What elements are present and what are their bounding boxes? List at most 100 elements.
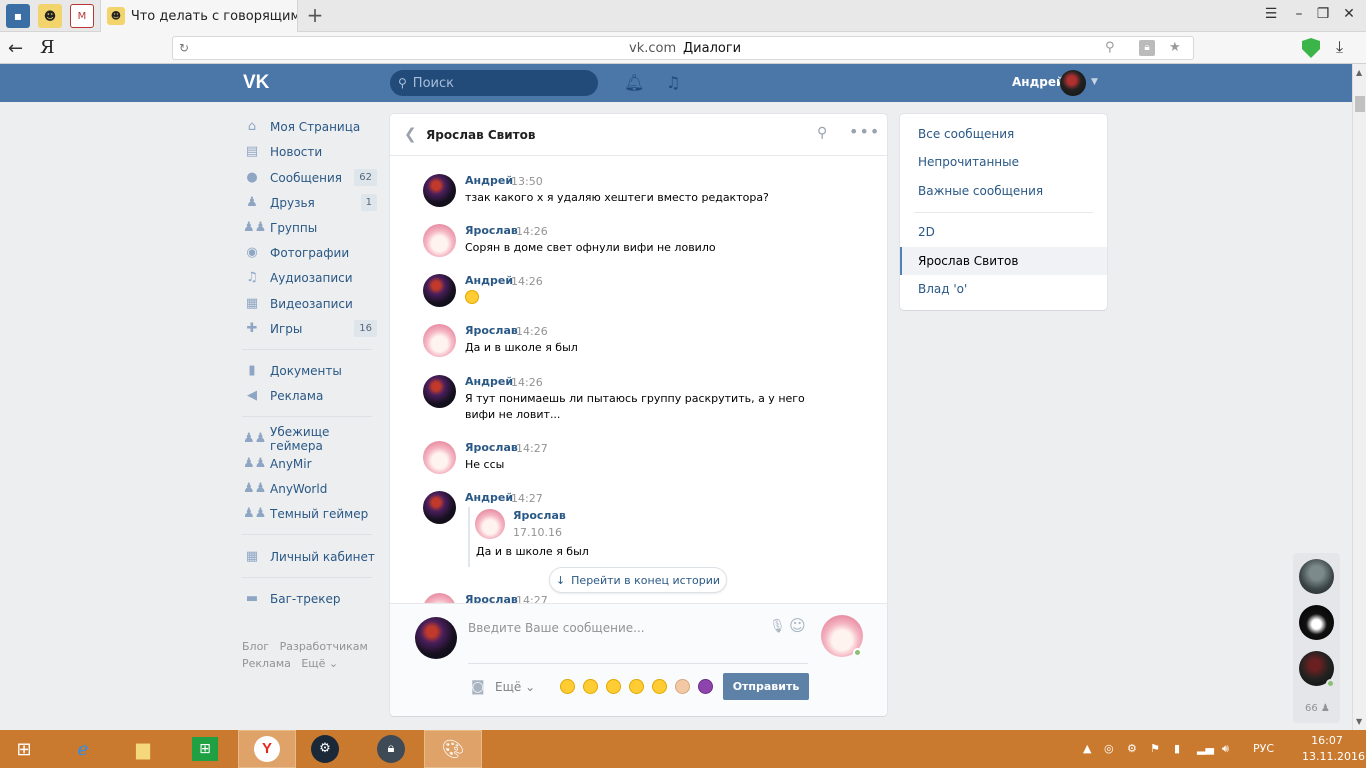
message-author[interactable]: Ярослав	[465, 441, 518, 454]
message-author[interactable]: Ярослав	[465, 324, 518, 337]
back-chevron-icon[interactable]: ❮	[404, 125, 417, 143]
attach-more-button[interactable]: Ещё ⌄	[495, 680, 535, 694]
footer-developers-link[interactable]: Разработчикам	[280, 640, 368, 653]
menu-item-dark-gamer[interactable]: ♟♟ Темный геймер	[240, 502, 380, 526]
forwarded-message[interactable]: Ярослав 17.10.16 Да и в школе я был	[468, 507, 728, 567]
menu-item-photos[interactable]: ◉ Фотографии	[240, 241, 380, 265]
filter-vlad[interactable]: Влад 'о'	[900, 275, 1107, 303]
windows-store-icon[interactable]: ⊞	[176, 730, 234, 768]
flushed-emoji-icon[interactable]	[583, 679, 598, 694]
download-icon[interactable]: ⤓	[1336, 37, 1343, 57]
search-icon[interactable]: ⚲	[1105, 40, 1115, 55]
filter-unread[interactable]: Непрочитанные	[900, 148, 1107, 176]
jump-to-end-button[interactable]: ↓ Перейти в конец истории	[549, 567, 727, 593]
relieved-emoji-icon[interactable]	[652, 679, 667, 694]
message-author[interactable]: Андрей	[465, 491, 513, 504]
star-icon[interactable]: ★	[1169, 40, 1181, 55]
flag-icon[interactable]: ⚑	[1150, 742, 1160, 755]
friend-avatar[interactable]	[1299, 559, 1334, 594]
filter-important[interactable]: Важные сообщения	[900, 177, 1107, 205]
menu-item-documents[interactable]: ▮ Документы	[240, 359, 380, 383]
camera-icon[interactable]: ◙	[471, 679, 485, 695]
menu-item-cabinet[interactable]: ▦ Личный кабинет	[240, 545, 380, 569]
close-icon[interactable]: ✕	[1339, 6, 1359, 22]
steam-icon[interactable]: ⚙	[296, 730, 354, 768]
menu-item-gamer-shelter[interactable]: ♟♟ Убежище геймера	[240, 425, 380, 453]
menu-item-my-page[interactable]: ⌂ Моя Страница	[240, 115, 380, 139]
menu-item-ads[interactable]: ◀ Реклама	[240, 384, 380, 408]
url-field[interactable]: ↻ vk.com Диалоги ⚲ 🔒︎ ★	[172, 36, 1194, 60]
avatar[interactable]	[423, 224, 456, 257]
menu-item-games[interactable]: ✚ Игры 16	[240, 317, 380, 341]
file-explorer-icon[interactable]: ▆	[114, 730, 172, 768]
message-author[interactable]: Андрей	[465, 174, 513, 187]
menu-item-bug-tracker[interactable]: ▬ Баг-трекер	[240, 587, 380, 611]
volume-icon[interactable]: 🔊︎	[1222, 742, 1229, 756]
avatar[interactable]	[423, 491, 456, 524]
new-tab-button[interactable]: +	[305, 4, 325, 28]
footer-ads-link[interactable]: Реклама	[242, 657, 291, 670]
steam-tray-icon[interactable]: ⚙	[1127, 742, 1137, 755]
devil-emoji-icon[interactable]	[698, 679, 713, 694]
battery-icon[interactable]: ▮	[1174, 742, 1180, 755]
menu-item-audio[interactable]: ♫ Аудиозаписи	[240, 266, 380, 290]
opera-tray-icon[interactable]: ◎	[1104, 742, 1114, 755]
laugh-emoji-icon[interactable]	[629, 679, 644, 694]
ok-hand-emoji-icon[interactable]	[675, 679, 690, 694]
network-icon[interactable]: ▂▄	[1197, 742, 1214, 755]
reload-icon[interactable]: ↻	[179, 41, 189, 55]
friend-avatar[interactable]	[1299, 605, 1334, 640]
avatar[interactable]	[423, 274, 456, 307]
forwarded-author[interactable]: Ярослав	[513, 509, 566, 522]
message-author[interactable]: Андрей	[465, 274, 513, 287]
message-time[interactable]: 14:27	[511, 492, 543, 505]
smile-icon[interactable]: ☺	[789, 616, 806, 635]
avatar[interactable]	[423, 375, 456, 408]
menu-item-news[interactable]: ▤ Новости	[240, 140, 380, 164]
message-time[interactable]: 14:27	[516, 594, 548, 603]
send-button[interactable]: Отправить	[723, 673, 809, 700]
chevron-down-icon[interactable]: ▼	[1091, 77, 1098, 87]
menu-item-anyworld[interactable]: ♟♟ AnyWorld	[240, 477, 380, 501]
avatar[interactable]	[475, 509, 505, 539]
active-tab[interactable]: ☻ Что делать с говорящим не	[100, 0, 298, 32]
message-author[interactable]: Ярослав	[465, 593, 518, 603]
scroll-down-arrow-icon[interactable]: ▼	[1356, 717, 1362, 726]
avatar[interactable]	[423, 593, 456, 603]
search-input[interactable]: ⚲ Поиск	[390, 70, 598, 96]
forwarded-date[interactable]: 17.10.16	[513, 526, 562, 539]
friends-online-count[interactable]: 66 ♟	[1305, 703, 1330, 714]
message-author[interactable]: Ярослав	[465, 224, 518, 237]
minimize-icon[interactable]: –	[1289, 6, 1309, 22]
page-scrollbar[interactable]: ▲ ▼	[1352, 64, 1366, 730]
maximize-icon[interactable]: ❐	[1313, 6, 1333, 22]
vk-logo-icon[interactable]: VK	[243, 71, 273, 95]
menu-item-anymir[interactable]: ♟♟ AnyMir	[240, 452, 380, 476]
more-dots-icon[interactable]: •••	[849, 122, 880, 141]
message-time[interactable]: 14:26	[511, 376, 543, 389]
my-avatar[interactable]	[415, 617, 457, 659]
protect-shield-icon[interactable]	[1302, 38, 1320, 58]
windows-start-icon[interactable]: ⊞	[0, 730, 48, 768]
filter-all-messages[interactable]: Все сообщения	[900, 120, 1107, 148]
internet-explorer-icon[interactable]: ℯ	[54, 730, 112, 768]
lock-app-icon[interactable]: 🔒︎	[362, 730, 420, 768]
music-icon[interactable]: ♫	[666, 73, 680, 92]
language-indicator[interactable]: РУС	[1253, 742, 1274, 755]
tray-expand-icon[interactable]: ▲	[1083, 742, 1091, 755]
dialog-title[interactable]: Ярослав Свитов	[426, 128, 535, 142]
filter-2d[interactable]: 2D	[900, 218, 1107, 246]
avatar[interactable]	[423, 174, 456, 207]
search-icon[interactable]: ⚲	[817, 125, 827, 141]
message-author[interactable]: Андрей	[465, 375, 513, 388]
yandex-browser-icon[interactable]: Y	[238, 730, 296, 768]
menu-item-friends[interactable]: ♟ Друзья 1	[240, 191, 380, 215]
back-arrow-icon[interactable]: ←	[8, 38, 23, 59]
menu-item-groups[interactable]: ♟♟ Группы	[240, 216, 380, 240]
filter-yaroslav[interactable]: Ярослав Свитов	[900, 247, 1107, 275]
grin-emoji-icon[interactable]	[606, 679, 621, 694]
message-time[interactable]: 13:50	[511, 175, 543, 188]
message-time[interactable]: 14:27	[516, 442, 548, 455]
scroll-thumb[interactable]	[1355, 96, 1365, 112]
message-list[interactable]: Андрей 13:50 тзак какого х я удаляю хешт…	[390, 157, 887, 603]
